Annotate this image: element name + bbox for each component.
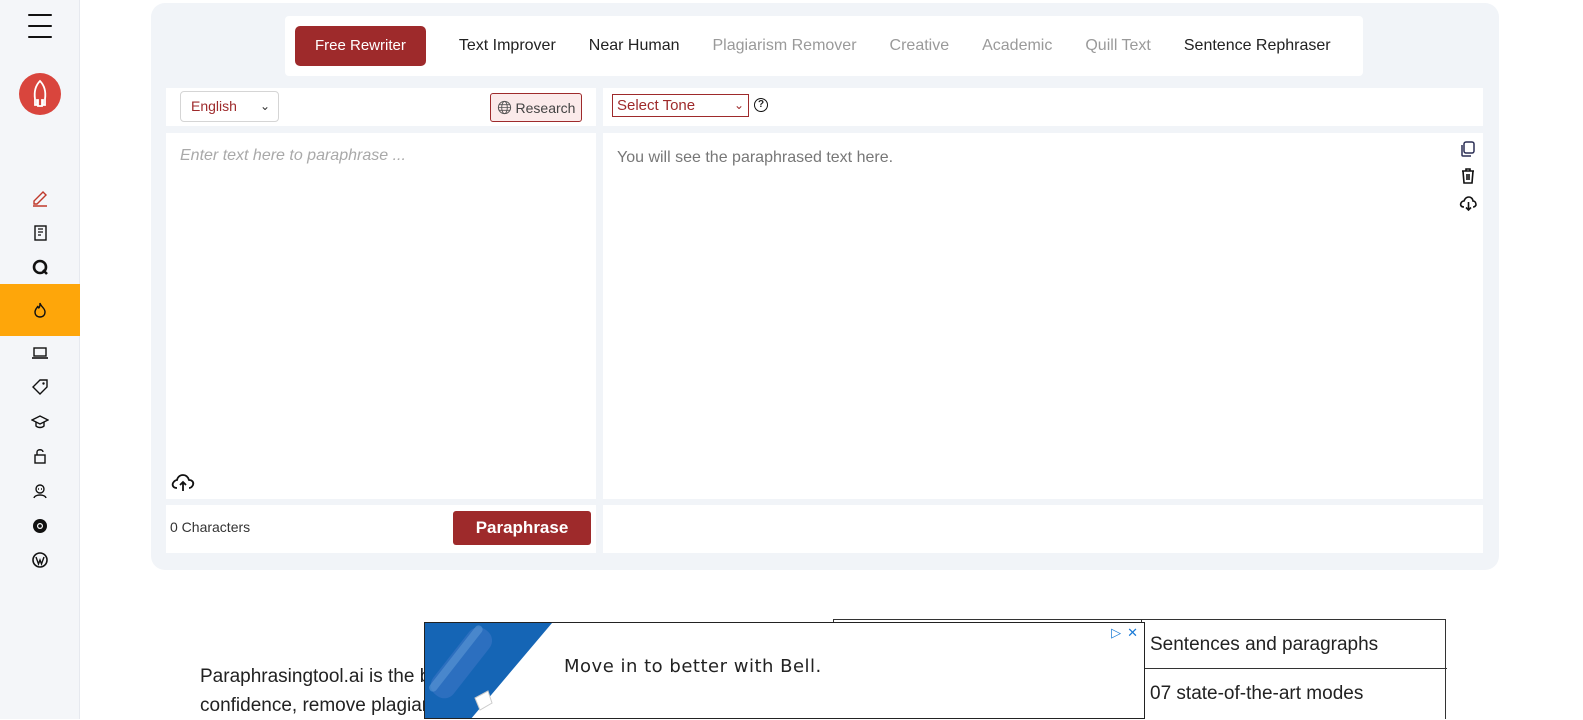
language-value: English xyxy=(191,98,237,114)
ad-text: Move in to better with Bell. xyxy=(564,656,822,677)
tag-icon[interactable] xyxy=(0,372,80,402)
rewriter-pencil-icon[interactable] xyxy=(0,184,80,214)
input-footer: 0 Characters Paraphrase xyxy=(166,505,596,553)
sidebar xyxy=(0,0,80,719)
character-count: 0 Characters xyxy=(170,519,251,535)
output-placeholder: You will see the paraphrased text here. xyxy=(617,149,894,166)
wordpress-icon[interactable] xyxy=(0,545,80,575)
tone-select[interactable]: Select Tone ⌄ xyxy=(612,94,749,117)
tab-near-human[interactable]: Near Human xyxy=(589,37,680,55)
globe-icon xyxy=(497,100,511,115)
unlock-icon[interactable] xyxy=(0,441,80,471)
rocket-logo-icon xyxy=(33,79,47,107)
language-select[interactable]: English ⌄ xyxy=(180,91,279,122)
copy-icon[interactable] xyxy=(1458,139,1478,159)
menu-icon[interactable] xyxy=(28,14,52,38)
ad-banner[interactable]: Move in to better with Bell. ▷ ✕ xyxy=(424,622,1145,719)
graduation-cap-icon[interactable] xyxy=(0,407,80,437)
input-toolbar: English ⌄ Research xyxy=(166,88,596,126)
trash-icon[interactable] xyxy=(1458,166,1478,186)
paraphrase-button[interactable]: Paraphrase xyxy=(453,511,591,545)
fire-icon[interactable] xyxy=(0,284,80,336)
table-row: 07 state-of-the-art modes xyxy=(1141,669,1447,718)
logo[interactable] xyxy=(19,73,61,115)
output-toolbar: Select Tone ⌄ ? xyxy=(603,88,1483,126)
output-footer xyxy=(603,505,1483,553)
help-icon[interactable]: ? xyxy=(754,98,768,112)
cloud-download-icon[interactable] xyxy=(1458,193,1478,213)
tab-plagiarism-remover[interactable]: Plagiarism Remover xyxy=(712,37,856,55)
intro-paragraph: Paraphrasingtool.ai is the be confidence… xyxy=(200,662,440,720)
tone-value: Select Tone xyxy=(617,97,696,114)
tab-sentence-rephraser[interactable]: Sentence Rephraser xyxy=(1184,37,1331,55)
ad-paint-roller-graphic xyxy=(425,623,552,718)
tab-academic[interactable]: Academic xyxy=(982,37,1052,55)
output-area: You will see the paraphrased text here. xyxy=(603,133,1483,499)
ad-close-icon[interactable]: ✕ xyxy=(1127,625,1138,641)
input-area xyxy=(166,133,596,499)
chevron-down-icon: ⌄ xyxy=(733,98,744,112)
research-button[interactable]: Research xyxy=(490,93,582,122)
intro-line-2: confidence, remove plagiar xyxy=(200,695,429,716)
ad-choices-icon[interactable]: ▷ xyxy=(1111,625,1121,641)
quill-q-icon[interactable] xyxy=(0,252,80,282)
chevron-down-icon: ⌄ xyxy=(259,99,270,113)
cloud-upload-icon[interactable] xyxy=(170,469,196,495)
intro-line-1: Paraphrasingtool.ai is the be xyxy=(200,666,440,687)
laptop-icon[interactable] xyxy=(0,338,80,368)
mode-tabs: Free Rewriter Text Improver Near Human P… xyxy=(285,16,1363,76)
chrome-icon[interactable] xyxy=(0,511,80,541)
paraphrase-input[interactable] xyxy=(166,133,596,463)
document-icon[interactable] xyxy=(0,218,80,248)
tab-creative[interactable]: Creative xyxy=(890,37,950,55)
tab-text-improver[interactable]: Text Improver xyxy=(459,37,556,55)
robot-icon[interactable] xyxy=(0,476,80,506)
table-row: Sentences and paragraphs xyxy=(1141,620,1447,669)
research-label: Research xyxy=(515,99,576,116)
ad-controls: ▷ ✕ xyxy=(1111,625,1138,641)
tab-free-rewriter[interactable]: Free Rewriter xyxy=(295,26,426,66)
tab-quill-text[interactable]: Quill Text xyxy=(1085,37,1151,55)
